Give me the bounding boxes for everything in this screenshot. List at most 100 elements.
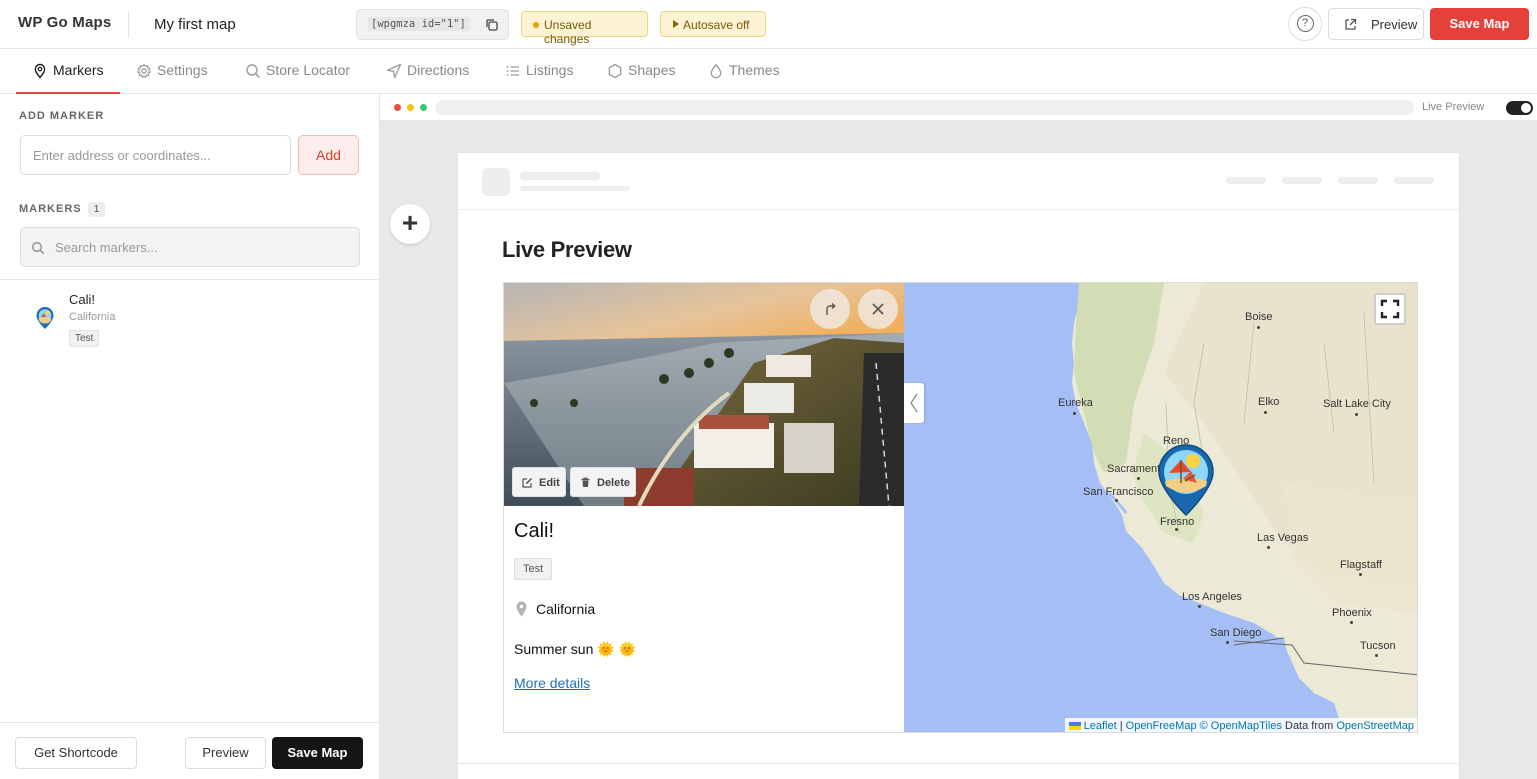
tab-label: Directions (407, 62, 470, 78)
markers-count-badge: 1 (88, 202, 105, 217)
map-view[interactable]: Boise Eureka Elko Salt Lake City Reno Sa… (904, 283, 1417, 732)
marker-search[interactable] (20, 227, 360, 267)
page-title: Live Preview (502, 237, 632, 262)
city-label: Las Vegas (1257, 532, 1309, 544)
tab-label: Settings (157, 62, 208, 78)
marker-name: Cali! (69, 292, 96, 307)
save-map-button[interactable]: Save Map (1430, 8, 1529, 40)
city-dot (1115, 499, 1118, 502)
search-icon (32, 242, 45, 255)
directions-button[interactable] (810, 289, 850, 329)
toggle-knob (1521, 103, 1531, 113)
city-label: Tucson (1360, 640, 1396, 652)
map-title[interactable]: My first map (154, 16, 236, 33)
tab-bar: Markers Settings Store Locator Direction… (0, 49, 1537, 94)
marker-tag: Test (69, 330, 100, 347)
gear-icon (136, 63, 152, 79)
window-close-dot (394, 104, 401, 111)
divider (0, 279, 379, 280)
status-dot-icon (533, 22, 539, 28)
city-label: Elko (1258, 396, 1280, 408)
unsaved-changes-badge: Unsaved changes (521, 11, 648, 46)
nav-placeholder (1282, 177, 1322, 184)
info-title: Cali! (514, 520, 555, 542)
markers-heading: MARKERS (19, 203, 82, 215)
shortcode-box[interactable]: [wpgmza id="1"] (356, 9, 509, 40)
copy-icon[interactable] (485, 18, 499, 32)
autosave-toggle[interactable]: Autosave off (660, 11, 766, 37)
save-map-button-footer[interactable]: Save Map (272, 737, 363, 769)
map-attribution: Leaflet | OpenFreeMap © OpenMapTiles Dat… (1064, 718, 1417, 732)
trash-icon (581, 477, 590, 487)
nav-placeholder (1338, 177, 1378, 184)
fullscreen-button[interactable] (1374, 293, 1406, 325)
openfreemap-link[interactable]: OpenFreeMap (1126, 720, 1197, 732)
ukraine-flag-icon (1068, 722, 1081, 731)
close-info-button[interactable] (858, 289, 898, 329)
marker-address: California (69, 311, 116, 323)
leaflet-link[interactable]: Leaflet (1084, 720, 1117, 732)
info-address: California (536, 601, 596, 617)
delete-label: Delete (597, 477, 631, 489)
nav-placeholder (1226, 177, 1266, 184)
get-shortcode-button[interactable]: Get Shortcode (15, 737, 137, 769)
city-label: Eureka (1058, 397, 1093, 409)
window-minimize-dot (407, 104, 414, 111)
divider (128, 12, 129, 38)
app-logo[interactable]: WP Go Maps (18, 14, 111, 31)
city-label: Phoenix (1332, 607, 1372, 619)
city-label: San Francisco (1083, 486, 1154, 498)
chevron-left-icon (910, 393, 918, 413)
more-details-link[interactable]: More details (514, 675, 590, 691)
city-dot (1175, 528, 1178, 531)
tab-label: Listings (526, 62, 574, 78)
add-marker-heading: ADD MARKER (19, 110, 105, 122)
city-dot (1375, 654, 1378, 657)
openmaptiles-link[interactable]: © OpenMapTiles (1200, 720, 1282, 732)
city-dot (1257, 326, 1260, 329)
text-placeholder (520, 172, 600, 180)
sidebar: ADD MARKER Add MARKERS 1 Cali! Californi… (0, 94, 380, 779)
address-input[interactable] (20, 135, 291, 175)
attribution-separator: | (1116, 720, 1126, 732)
edit-label: Edit (539, 477, 560, 489)
beach-marker-icon[interactable] (1157, 443, 1215, 517)
list-icon (506, 66, 519, 76)
divider (458, 763, 1459, 764)
add-marker-button[interactable]: Add (298, 135, 359, 175)
unsaved-changes-label: Unsaved changes (544, 18, 592, 46)
city-dot (1226, 641, 1229, 644)
delete-marker-button[interactable]: Delete (570, 467, 636, 497)
search-markers-input[interactable] (55, 228, 355, 266)
close-icon (872, 303, 884, 315)
location-pin-icon (516, 601, 527, 617)
info-description: Summer sun 🌞 🌞 (514, 641, 637, 657)
pin-icon (34, 63, 46, 79)
city-dot (1073, 412, 1076, 415)
live-preview-toggle-label: Live Preview (1422, 101, 1485, 113)
city-dot (1350, 621, 1353, 624)
city-dot (1355, 413, 1358, 416)
play-icon (673, 20, 679, 28)
marker-list-item[interactable]: Cali! California Test (0, 284, 379, 352)
edit-icon (522, 478, 532, 488)
add-block-button[interactable]: + (390, 204, 430, 244)
city-label: Salt Lake City (1323, 398, 1391, 410)
text-placeholder (520, 186, 630, 191)
preview-button[interactable]: Preview (1328, 8, 1424, 40)
help-button[interactable]: ? (1288, 7, 1322, 41)
tab-label: Shapes (628, 62, 676, 78)
tab-label: Themes (729, 62, 780, 78)
city-label: Flagstaff (1340, 559, 1382, 571)
live-preview-toggle[interactable] (1506, 101, 1533, 115)
beach-marker-icon (36, 307, 54, 329)
preview-button-footer[interactable]: Preview (185, 737, 266, 769)
preview-page: Live Preview Edit Delete Cali! Test Cali… (458, 153, 1459, 779)
openstreetmap-link[interactable]: OpenStreetMap (1336, 720, 1414, 732)
edit-marker-button[interactable]: Edit (512, 467, 566, 497)
city-dot (1137, 477, 1140, 480)
city-label: San Diego (1210, 627, 1262, 639)
data-from-text: Data from (1281, 720, 1337, 732)
collapse-panel-button[interactable] (904, 383, 924, 423)
info-tag: Test (514, 558, 553, 580)
